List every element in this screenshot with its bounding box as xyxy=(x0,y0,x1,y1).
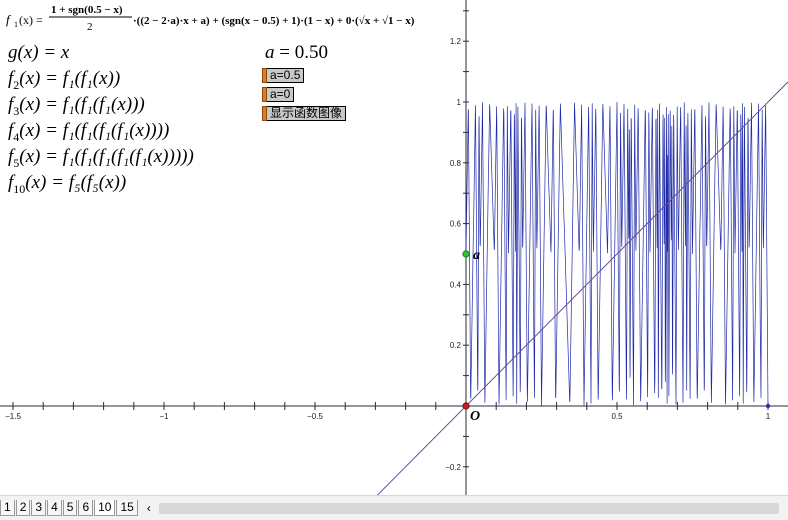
f1-formula: f 1 (x) = 1 + sgn(0.5 − x) 2 ·((2 − 2·a)… xyxy=(6,4,415,33)
x-tick-label: −1.5 xyxy=(5,412,21,421)
y-tick-label: −0.2 xyxy=(445,463,461,472)
origin-point xyxy=(462,402,470,410)
page-tab-2[interactable]: 2 xyxy=(15,500,31,516)
x-tick-label: −1 xyxy=(159,412,169,421)
page-tab-3[interactable]: 3 xyxy=(31,500,47,516)
def-f4: f4(x) = f₁(f₁(f₁(f₁(x)))) xyxy=(8,120,170,144)
set-a-05-button[interactable]: a=0.5 xyxy=(262,68,305,83)
f1-frac-num: 1 + sgn(0.5 − x) xyxy=(51,4,123,16)
def-f5: f5(x) = f₁(f₁(f₁(f₁(f₁(x))))) xyxy=(8,146,194,170)
f1-lhs-sub: 1 xyxy=(14,20,18,29)
page-tab-4[interactable]: 4 xyxy=(47,500,62,516)
x-tick-label: −0.5 xyxy=(307,412,323,421)
def-f10: f10(x) = f₅(f₅(x)) xyxy=(8,172,127,196)
y-tick-label: 0.4 xyxy=(450,280,462,289)
page-tab-5[interactable]: 5 xyxy=(62,500,78,516)
def-g: g(x) = x xyxy=(8,42,70,63)
set-a-0-button[interactable]: a=0 xyxy=(262,87,295,102)
def-f2: f2(x) = f₁(f₁(x)) xyxy=(8,68,121,92)
page-tab-bar: 1 2 3 4 5 6 10 15 ‹ xyxy=(0,495,788,520)
y-tick-label: 1 xyxy=(457,98,462,107)
scroll-left-icon[interactable]: ‹ xyxy=(143,501,155,515)
point-x1 xyxy=(766,404,770,408)
def-f3: f3(x) = f₁(f₁(f₁(x))) xyxy=(8,94,145,118)
y-tick-label: 0.8 xyxy=(450,159,462,168)
point-a xyxy=(462,250,470,258)
f1-frac-den: 2 xyxy=(87,21,93,33)
x-tick-label: 1 xyxy=(766,412,771,421)
page-tab-15[interactable]: 15 xyxy=(116,500,138,516)
parameter-a[interactable]: a = 0.50 xyxy=(265,42,328,64)
page-tab-6[interactable]: 6 xyxy=(78,500,94,516)
f1-lhs-arg: (x) = xyxy=(19,13,43,27)
x-tick-label: 0.5 xyxy=(611,412,623,421)
page-tab-1[interactable]: 1 xyxy=(0,500,15,516)
y-tick-label: 0.2 xyxy=(450,341,462,350)
y-tick-label: 1.2 xyxy=(450,37,462,46)
y-tick-label: 0.6 xyxy=(450,220,462,229)
point-a-label: a xyxy=(473,248,480,263)
f1-body: ·((2 − 2·a)·x + a) + (sgn(x − 0.5) + 1)·… xyxy=(133,15,415,27)
horizontal-scrollbar[interactable] xyxy=(158,502,779,514)
page-tab-10[interactable]: 10 xyxy=(94,500,116,516)
show-graph-button[interactable]: 显示函数图像 xyxy=(262,106,347,121)
origin-label: O xyxy=(470,409,480,424)
f1-lhs: f xyxy=(6,12,12,27)
